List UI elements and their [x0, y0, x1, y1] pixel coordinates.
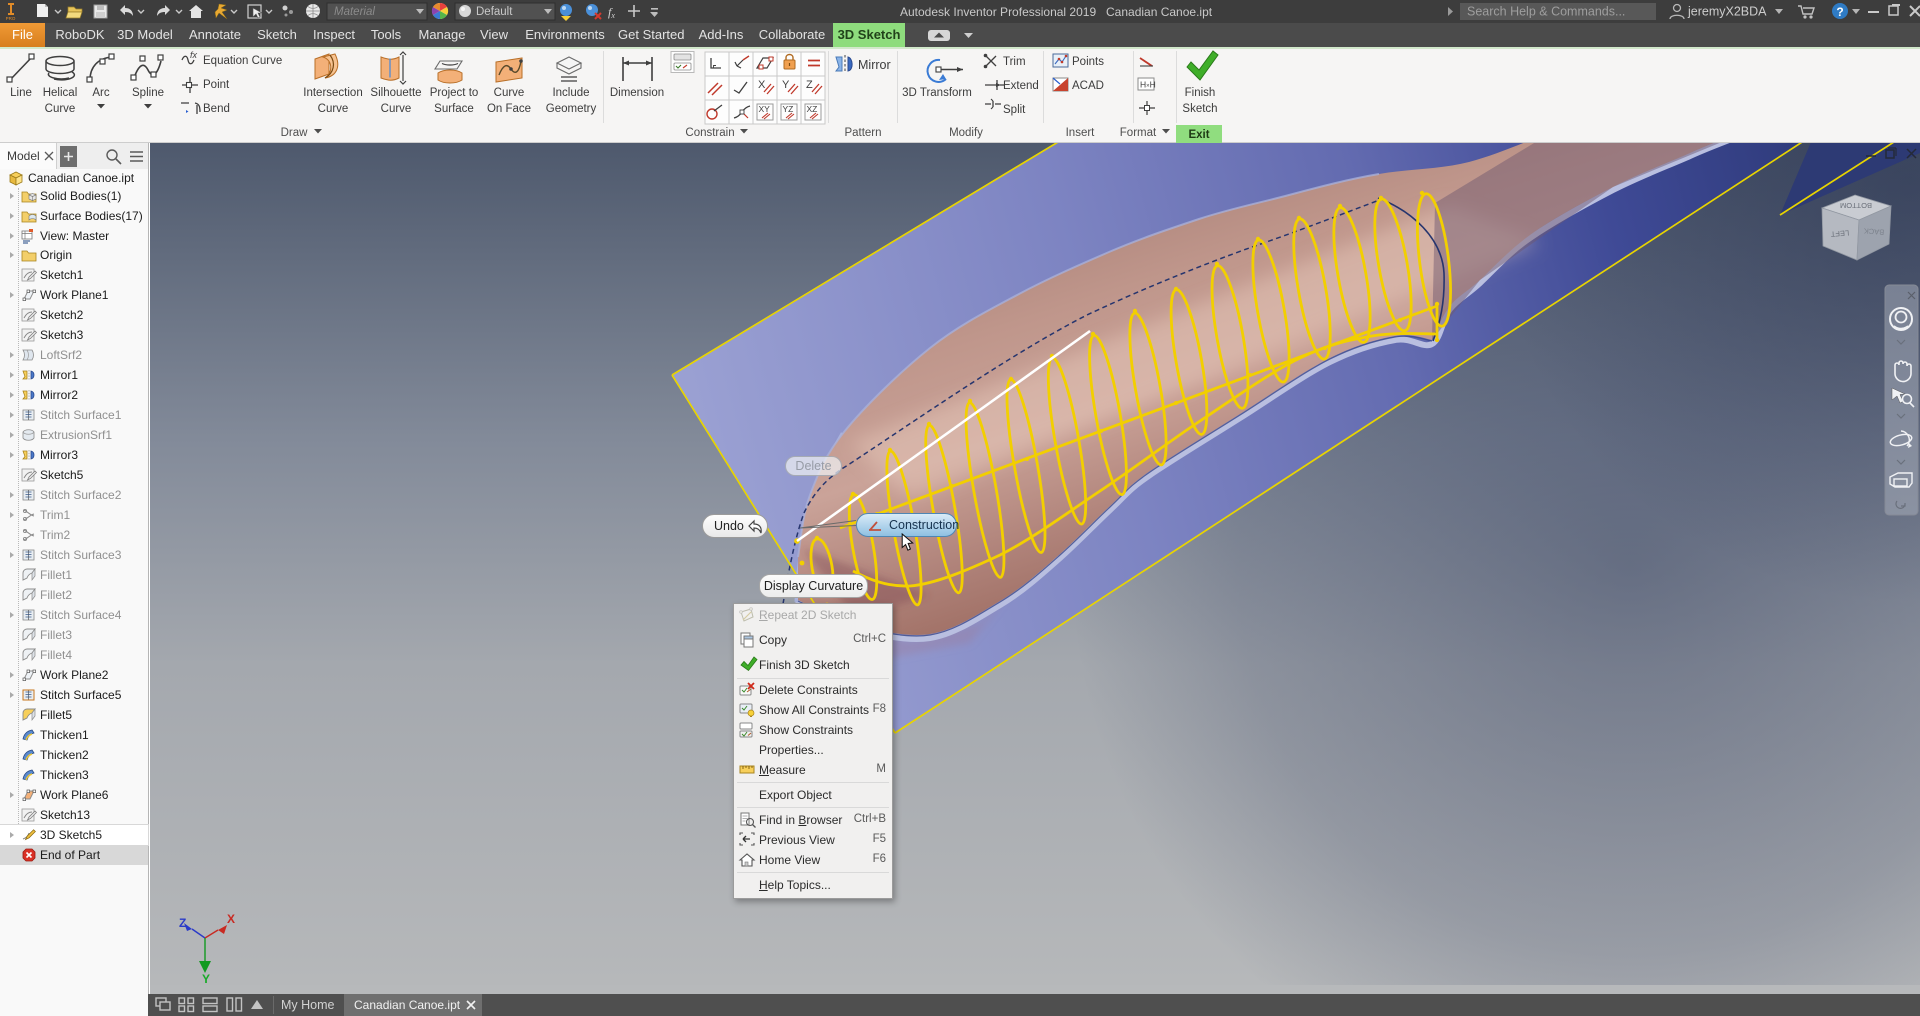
- svg-text:Z: Z: [179, 916, 186, 930]
- svg-text:Surface: Surface: [434, 103, 474, 115]
- svg-text:On Face: On Face: [487, 103, 531, 115]
- svg-text:Mirror: Mirror: [858, 58, 891, 72]
- svg-text:LEFT: LEFT: [1830, 228, 1849, 238]
- svg-text:Exit: Exit: [1188, 129, 1209, 141]
- svg-text:Modify: Modify: [949, 127, 983, 139]
- svg-text:Split: Split: [1003, 104, 1026, 116]
- svg-text:Pattern: Pattern: [844, 127, 881, 139]
- svg-text:Constrain: Constrain: [685, 127, 734, 139]
- svg-text:Points: Points: [1072, 56, 1104, 68]
- svg-text:fx: fx: [190, 50, 198, 60]
- svg-text:X: X: [227, 912, 235, 926]
- svg-text:BOTTOM: BOTTOM: [1840, 201, 1872, 210]
- svg-text:Equation Curve: Equation Curve: [203, 55, 282, 67]
- svg-text:Silhouette: Silhouette: [370, 87, 421, 99]
- svg-text:Include: Include: [552, 87, 589, 99]
- svg-text:Trim: Trim: [1003, 56, 1026, 68]
- svg-text:BACK: BACK: [1864, 226, 1885, 236]
- svg-text:Y: Y: [202, 972, 210, 985]
- svg-text:Geometry: Geometry: [546, 103, 597, 115]
- svg-text:Material: Material: [334, 6, 375, 18]
- svg-text:Finish: Finish: [1185, 87, 1216, 99]
- svg-text:Curve: Curve: [494, 87, 525, 99]
- svg-text:Line: Line: [10, 87, 32, 99]
- svg-text:jeremyX2BDA: jeremyX2BDA: [1687, 5, 1767, 19]
- svg-text:Curve: Curve: [45, 103, 76, 115]
- svg-text:PRO: PRO: [6, 16, 16, 21]
- svg-text:fx: fx: [608, 5, 615, 20]
- svg-text:Y: Y: [782, 79, 790, 91]
- svg-text:?: ?: [1836, 5, 1843, 19]
- svg-text:Bend: Bend: [203, 103, 230, 115]
- svg-text:Z: Z: [806, 79, 813, 91]
- svg-text:Spline: Spline: [132, 87, 164, 99]
- svg-text:XZ: XZ: [807, 104, 818, 114]
- svg-text:Curve: Curve: [381, 103, 412, 115]
- svg-text:XY: XY: [759, 104, 771, 114]
- svg-text:Arc: Arc: [92, 87, 110, 99]
- svg-text:Insert: Insert: [1066, 127, 1096, 139]
- svg-text:Extend: Extend: [1003, 80, 1039, 92]
- svg-text:Curve: Curve: [318, 103, 349, 115]
- svg-text:Point: Point: [203, 79, 230, 91]
- svg-text:3D Transform: 3D Transform: [902, 87, 972, 99]
- svg-text:Draw: Draw: [281, 127, 309, 139]
- svg-text:YZ: YZ: [783, 104, 794, 114]
- svg-text:Default: Default: [476, 6, 513, 18]
- svg-text:Dimension: Dimension: [610, 87, 664, 99]
- svg-text:ACAD: ACAD: [1072, 80, 1104, 92]
- svg-text:Project to: Project to: [430, 87, 479, 99]
- svg-text:Helical: Helical: [43, 87, 78, 99]
- svg-text:Intersection: Intersection: [303, 87, 362, 99]
- svg-text:Format: Format: [1120, 127, 1157, 139]
- svg-text:Sketch: Sketch: [1182, 103, 1217, 115]
- svg-text:Search Help & Commands...: Search Help & Commands...: [1467, 5, 1625, 19]
- svg-text:X: X: [758, 79, 766, 91]
